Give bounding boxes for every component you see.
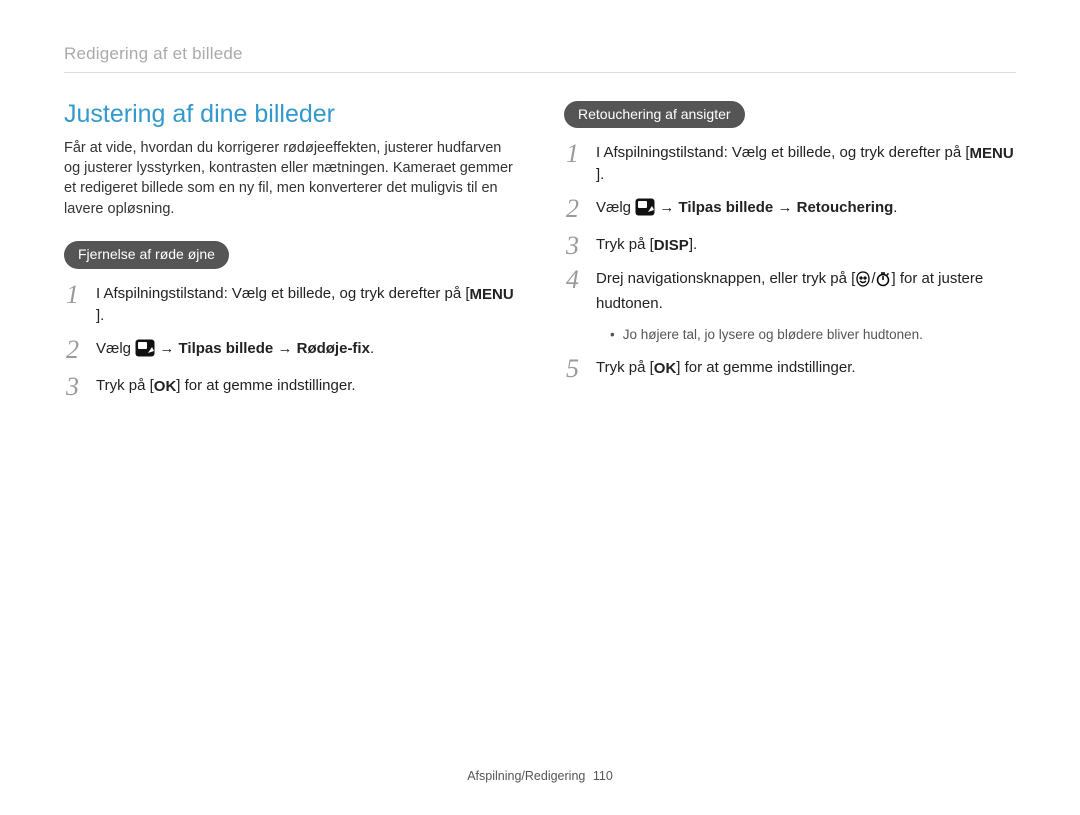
step-2: Vælg → Tilpas billede → Rødøje-fix. bbox=[64, 338, 516, 363]
footer-section: Afspilning/Redigering bbox=[467, 769, 585, 783]
note-1: Jo højere tal, jo lysere og blødere bliv… bbox=[610, 326, 1016, 345]
header-title: Redigering af et billede bbox=[64, 44, 243, 63]
step-2-text-a: Vælg bbox=[96, 340, 135, 357]
step-2-text-c: . bbox=[893, 199, 897, 216]
ok-key: OK bbox=[654, 358, 677, 379]
step-1: I Afspilningstilstand: Vælg et billede, … bbox=[64, 283, 516, 326]
section-title: Justering af dine billeder bbox=[64, 97, 516, 132]
step-5-text-a: Tryk på [ bbox=[596, 359, 654, 376]
step-2: Vælg → Tilpas billede → Retouchering. bbox=[564, 197, 1016, 222]
step-2-text-c: . bbox=[370, 340, 374, 357]
step-1-text-b: ]. bbox=[96, 307, 104, 324]
step-3-text-b: ] for at gemme indstillinger. bbox=[176, 377, 355, 394]
step-3-text-b: ]. bbox=[689, 236, 697, 253]
step-3: Tryk på [DISP]. bbox=[564, 234, 1016, 256]
step-4: Drej navigationsknappen, eller tryk på [… bbox=[564, 268, 1016, 314]
face-icon bbox=[855, 271, 871, 293]
step-1-text-b: ]. bbox=[596, 166, 604, 183]
step-4-text-a: Drej navigationsknappen, eller tryk på [ bbox=[596, 270, 855, 287]
step-5-text-b: ] for at gemme indstillinger. bbox=[676, 359, 855, 376]
intro-paragraph: Får at vide, hvordan du korrigerer rødøj… bbox=[64, 138, 516, 219]
step-5: Tryk på [OK] for at gemme indstillinger. bbox=[564, 357, 1016, 379]
step-3: Tryk på [OK] for at gemme indstillinger. bbox=[64, 375, 516, 397]
footer-page-number: 110 bbox=[593, 769, 613, 783]
steps-face-retouch: I Afspilningstilstand: Vælg et billede, … bbox=[564, 142, 1016, 314]
step-2-text-b: → Tilpas billede → Rødøje-fix bbox=[155, 340, 370, 357]
disp-key: DISP bbox=[654, 235, 689, 256]
step-3-text-a: Tryk på [ bbox=[96, 377, 154, 394]
page-footer: Afspilning/Redigering 110 bbox=[0, 768, 1080, 786]
step-1-text-a: I Afspilningstilstand: Vælg et billede, … bbox=[596, 144, 970, 161]
menu-key: MENU bbox=[470, 284, 514, 305]
step-2-text-b: → Tilpas billede → Retouchering bbox=[655, 199, 893, 216]
step-1: I Afspilningstilstand: Vælg et billede, … bbox=[564, 142, 1016, 185]
step-2-text-a: Vælg bbox=[596, 199, 635, 216]
edit-photo-icon bbox=[135, 339, 155, 363]
timer-icon bbox=[875, 271, 891, 293]
ok-key: OK bbox=[154, 376, 177, 397]
pill-red-eye: Fjernelse af røde øjne bbox=[64, 241, 229, 269]
step-4-note: Jo højere tal, jo lysere og blødere bliv… bbox=[610, 326, 1016, 345]
pill-face-retouch: Retouchering af ansigter bbox=[564, 101, 745, 129]
steps-red-eye: I Afspilningstilstand: Vælg et billede, … bbox=[64, 283, 516, 397]
page-header: Redigering af et billede bbox=[64, 42, 1016, 73]
steps-face-retouch-cont: Tryk på [OK] for at gemme indstillinger. bbox=[564, 357, 1016, 379]
menu-key: MENU bbox=[970, 143, 1014, 164]
left-column: Justering af dine billeder Får at vide, … bbox=[64, 97, 516, 409]
edit-photo-icon bbox=[635, 198, 655, 222]
step-1-text-a: I Afspilningstilstand: Vælg et billede, … bbox=[96, 285, 470, 302]
right-column: Retouchering af ansigter I Afspilningsti… bbox=[564, 97, 1016, 409]
step-3-text-a: Tryk på [ bbox=[596, 236, 654, 253]
